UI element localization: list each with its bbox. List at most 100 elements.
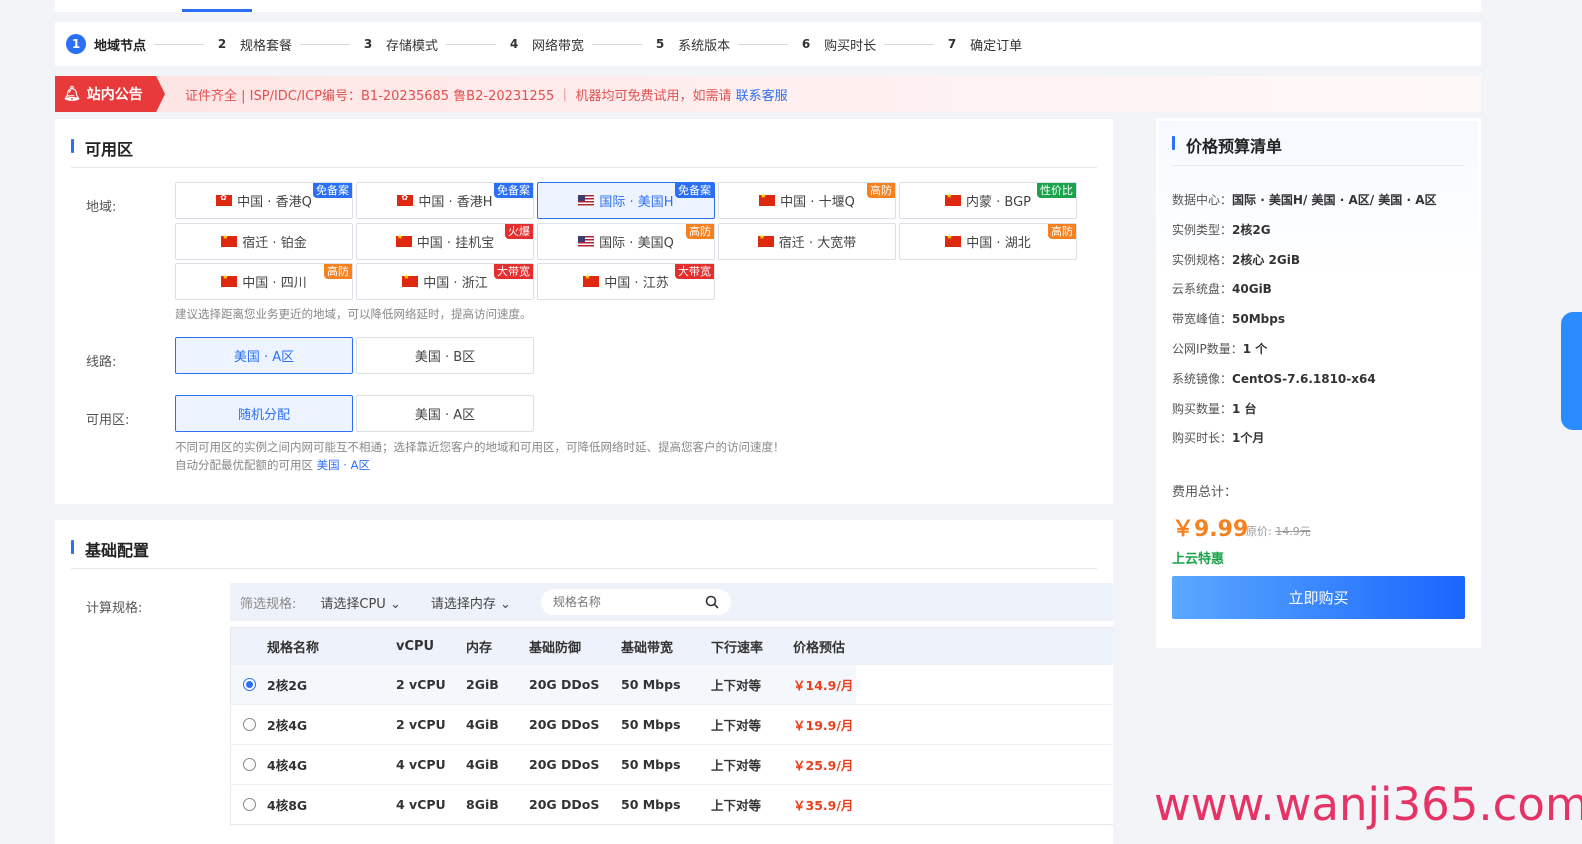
region-option[interactable]: 国际 · 美国H 免备案 — [537, 182, 715, 219]
region-hint: 建议选择距离您业务更近的地域，可以降低网络延时，提高访问速度。 — [175, 307, 532, 321]
summary-title: 价格预算清单 — [1172, 133, 1282, 157]
divider — [1172, 165, 1465, 166]
memory-select[interactable]: 请选择内存 ⌄ — [431, 593, 511, 612]
region-badge: 火爆 — [505, 223, 533, 239]
buy-now-button[interactable]: 立即购买 — [1172, 576, 1465, 619]
base-config-title: 基础配置 — [71, 537, 149, 561]
region-badge: 高防 — [324, 264, 352, 279]
region-badge: 大带宽 — [675, 264, 714, 279]
region-option[interactable]: 中国 · 湖北 高防 — [899, 222, 1077, 260]
table-row[interactable]: 2核4G 2 vCPU 4GiB 20G DDoS 50 Mbps 上下对等 ￥19.9/月 — [231, 704, 1113, 744]
region-option[interactable]: 中国 · 香港H免备案 — [356, 182, 534, 219]
side-float-tab[interactable] — [1561, 312, 1582, 430]
line-option[interactable]: 美国 · B区 — [356, 337, 534, 374]
flag-cn-icon — [757, 233, 774, 247]
radio-cell — [243, 745, 256, 784]
step-number: 4 — [509, 37, 519, 51]
table-row[interactable]: 4核8G 4 vCPU 8GiB 20G DDoS 50 Mbps 上下对等 ￥35.9/月 — [231, 784, 1113, 824]
active-tab-indicator — [182, 9, 252, 12]
availability-card: 可用区 地域: 中国 · 香港Q免备案中国 · 香港H免备案国际 · 美国H免备… — [55, 119, 1113, 504]
flag-cn-icon — [944, 192, 961, 206]
region-name: 中国 · 浙江 — [423, 276, 488, 291]
region-name: 中国 · 湖北 — [966, 235, 1031, 251]
region-option[interactable]: 中国 · 浙江大带宽 — [356, 263, 534, 300]
step-4[interactable]: 4 网络带宽 — [504, 34, 584, 54]
cell-price: ￥19.9/月 — [793, 718, 854, 733]
line-label: 线路: — [86, 355, 117, 370]
step-6[interactable]: 6 购买时长 — [796, 34, 876, 54]
region-option[interactable]: 中国 · 挂机宝火爆 — [356, 222, 534, 260]
cell-speed: 上下对等 — [711, 678, 762, 693]
step-label: 规格套餐 — [240, 38, 293, 54]
region-option[interactable]: 国际 · 美国Q 高防 — [537, 222, 715, 260]
cell-vcpu: 4 vCPU — [396, 797, 446, 812]
step-connector — [884, 43, 935, 45]
summary-item: 购买数量：1 台 — [1172, 400, 1257, 417]
step-indicator: 1 地域节点 2 规格套餐 3 存储模式 4 网络带宽 5 系统版本 6 购买时长 7 确定订单 — [55, 22, 1481, 66]
spec-radio[interactable] — [243, 798, 256, 811]
region-option[interactable]: 内蒙 · BGP 性价比 — [899, 182, 1077, 219]
spec-radio[interactable] — [243, 678, 256, 691]
flag-cn-icon — [395, 233, 412, 247]
original-price-label: 原价: — [1246, 525, 1276, 538]
summary-item-label: 购买数量： — [1172, 401, 1233, 416]
table-row[interactable]: 4核4G 4 vCPU 4GiB 20G DDoS 50 Mbps 上下对等 ￥25.9/月 — [231, 744, 1113, 784]
region-option[interactable]: 中国 · 香港Q免备案 — [175, 182, 353, 219]
step-connector — [592, 43, 643, 45]
line-option[interactable]: 美国 · A区 — [175, 337, 353, 374]
column-header: 下行速率 — [711, 640, 764, 656]
step-7[interactable]: 7 确定订单 — [942, 34, 1022, 54]
region-option[interactable]: 中国 · 江苏大带宽 — [537, 263, 715, 300]
step-1[interactable]: 1 地域节点 — [66, 34, 146, 54]
step-label: 确定订单 — [970, 38, 1023, 54]
flag-cn-icon — [221, 273, 238, 287]
contact-support-link[interactable]: 联系客服 — [736, 89, 788, 104]
zone-hint-auto-text: 自动分配最优配额的可用区 — [175, 458, 317, 472]
original-price: 原价: 14.9元 — [1246, 523, 1311, 539]
step-connector — [446, 43, 497, 45]
spec-table: 规格名称 vCPU 内存 基础防御 基础带宽 下行速率 价格预估 2核2G 2 vCPU 2Gi… — [230, 627, 1113, 825]
zone-hint-link[interactable]: 美国 · A区 — [317, 458, 370, 472]
summary-item-value: 1个月 — [1232, 431, 1265, 446]
region-option[interactable]: 宿迁 · 大宽带 — [718, 222, 896, 260]
step-2[interactable]: 2 规格套餐 — [212, 34, 292, 54]
zone-option[interactable]: 随机分配 — [175, 395, 353, 432]
region-label: 地域: — [86, 200, 117, 215]
spec-search-input[interactable] — [552, 595, 693, 609]
radio-cell — [243, 705, 256, 744]
region-option[interactable]: 中国 · 四川 高防 — [175, 263, 353, 300]
spec-table-body: 2核2G 2 vCPU 2GiB 20G DDoS 50 Mbps 上下对等 ￥14.9/月… — [231, 664, 1113, 824]
region-name: 宿迁 · 铂金 — [242, 235, 307, 251]
step-number: 5 — [655, 37, 665, 51]
summary-item-label: 实例规格： — [1172, 252, 1233, 267]
region-badge: 大带宽 — [494, 264, 533, 279]
spec-radio[interactable] — [243, 758, 256, 771]
step-number: 3 — [363, 37, 373, 51]
spec-radio[interactable] — [243, 718, 256, 731]
original-price-value: 14.9元 — [1275, 525, 1311, 538]
cell-bw: 50 Mbps — [621, 717, 681, 732]
summary-item-label: 数据中心： — [1172, 193, 1233, 207]
step-3[interactable]: 3 存储模式 — [358, 34, 438, 54]
cpu-select[interactable]: 请选择CPU ⌄ — [320, 593, 400, 612]
summary-item: 带宽峰值：50Mbps — [1172, 310, 1285, 327]
summary-item: 公网IP数量：1 个 — [1172, 340, 1267, 357]
cell-ddos: 20G DDoS — [529, 717, 600, 732]
flag-hk-icon — [397, 193, 414, 206]
cell-name: 2核2G — [267, 678, 308, 693]
zone-hint: 不同可用区的实例之间内网可能互不相通；选择靠近您客户的地域和可用区，可降低网络时… — [175, 440, 785, 454]
region-badge: 高防 — [1048, 223, 1076, 239]
cell-mem: 2GiB — [466, 677, 499, 692]
zone-label: 可用区: — [86, 413, 130, 428]
announcement-tag-label: 站内公告 — [86, 87, 143, 103]
step-connector — [154, 43, 205, 45]
cell-bw: 50 Mbps — [621, 757, 681, 772]
search-icon[interactable] — [705, 595, 719, 609]
region-option[interactable]: 中国 · 十堰Q 高防 — [718, 182, 896, 219]
table-row[interactable]: 2核2G 2 vCPU 2GiB 20G DDoS 50 Mbps 上下对等 ￥14.9/月 — [231, 664, 1113, 704]
step-5[interactable]: 5 系统版本 — [650, 34, 730, 54]
zone-option[interactable]: 美国 · A区 — [356, 395, 534, 432]
step-label: 系统版本 — [678, 38, 731, 54]
column-header: 内存 — [466, 640, 493, 656]
region-option[interactable]: 宿迁 · 铂金 — [175, 222, 353, 260]
